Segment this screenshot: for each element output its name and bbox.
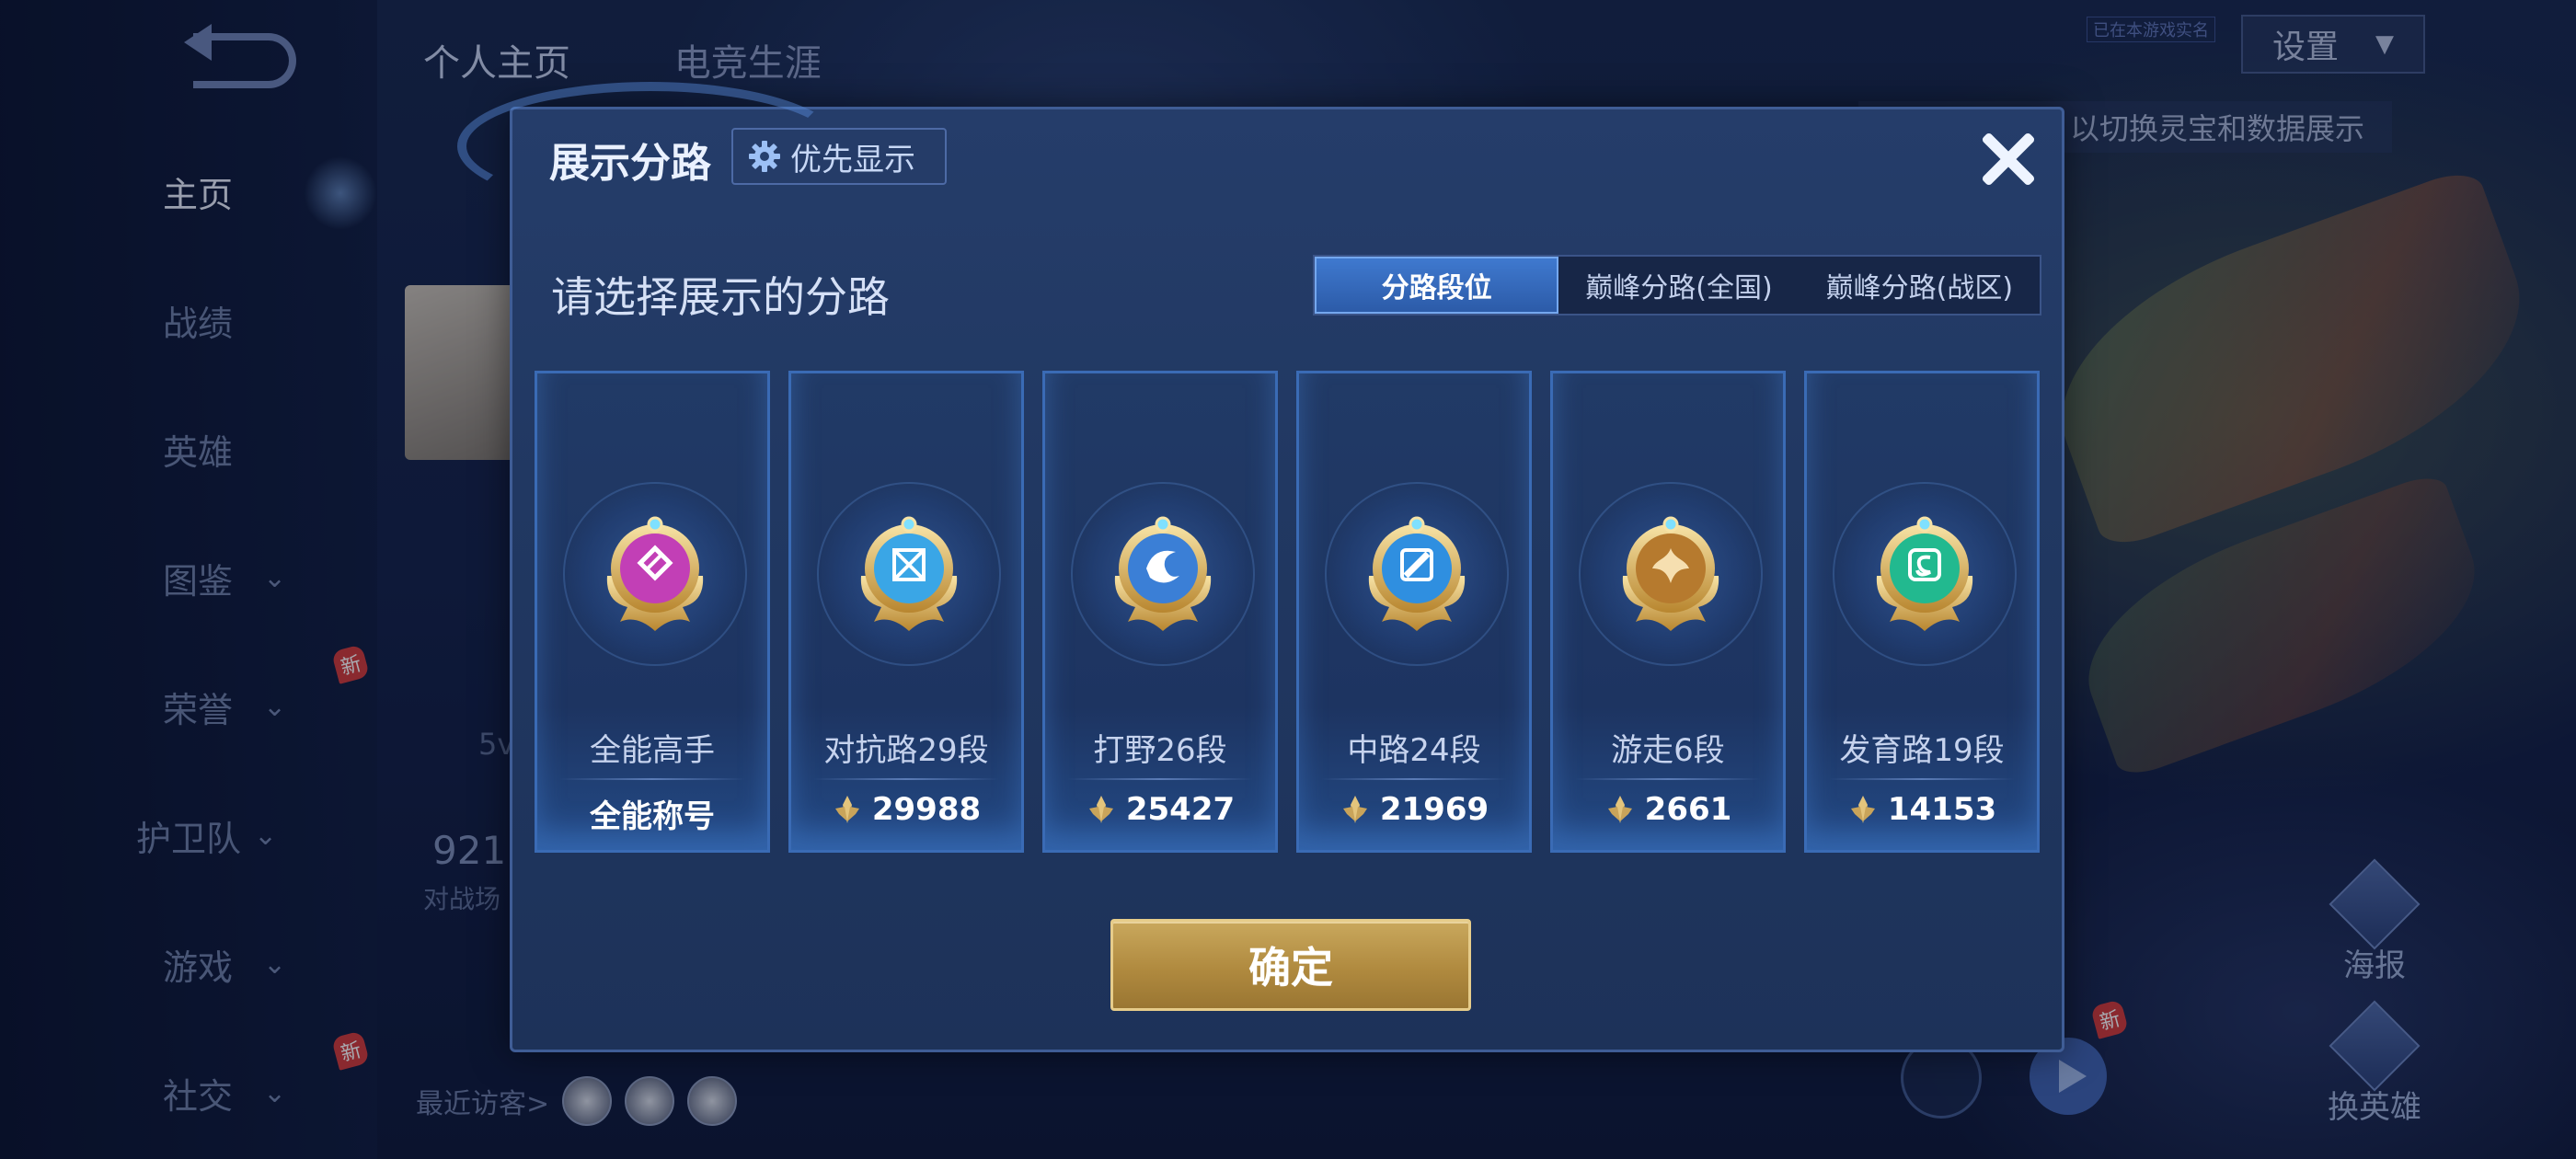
lane-card-value-text: 21969 <box>1379 791 1489 828</box>
section-title: 请选择展示的分路 <box>551 272 890 322</box>
rank-points-icon <box>1607 796 1632 823</box>
gear-icon <box>749 141 780 172</box>
lane-tabs: 分路段位 巅峰分路(全国) 巅峰分路(战区) <box>1313 255 2041 316</box>
rank-points-icon <box>1088 796 1113 823</box>
lane-card-value: 29988 <box>791 791 1021 828</box>
confirm-button[interactable]: 确定 <box>1110 919 1471 1011</box>
lane-card[interactable]: 游走6段 2661 <box>1550 371 1786 853</box>
roam-emblem-icon <box>1616 511 1726 635</box>
lane-card[interactable]: 中路24段 21969 <box>1296 371 1532 853</box>
lane-card-value: 14153 <box>1807 791 2037 828</box>
close-icon[interactable] <box>1972 122 2045 196</box>
tab-lane-rank[interactable]: 分路段位 <box>1315 257 1559 314</box>
lane-card[interactable]: 全能高手 全能称号 <box>535 371 770 853</box>
display-lane-modal: 展示分路 优先显示 请选择展示的分路 分路段位 巅峰分路(全国) 巅峰分路(战区… <box>457 82 2064 1052</box>
priority-display-button[interactable]: 优先显示 <box>731 128 947 185</box>
lane-card[interactable]: 发育路19段 14153 <box>1804 371 2040 853</box>
lane-card-value-text: 全能称号 <box>590 798 715 835</box>
lane-card-value: 25427 <box>1045 791 1275 828</box>
card-divider <box>1321 778 1507 780</box>
lane-card-value-text: 25427 <box>1125 791 1236 828</box>
lane-card[interactable]: 打野26段 25427 <box>1042 371 1278 853</box>
lane-card-value: 全能称号 <box>537 791 767 836</box>
rank-points-icon <box>834 796 859 823</box>
tab-peak-lane-region[interactable]: 巅峰分路(战区) <box>1800 257 2040 314</box>
tab-peak-lane-national[interactable]: 巅峰分路(全国) <box>1558 257 1799 314</box>
card-divider <box>1829 778 2015 780</box>
modal-title: 展示分路 <box>549 140 711 187</box>
card-divider <box>1067 778 1253 780</box>
priority-display-label: 优先显示 <box>790 141 915 178</box>
rank-points-icon <box>1850 796 1875 823</box>
mid-lane-emblem-icon <box>1362 511 1472 635</box>
lane-card-value-text: 29988 <box>871 791 982 828</box>
jungle-emblem-icon <box>1108 511 1218 635</box>
lane-cards: 全能高手 全能称号 对抗路29段 29988 打野26段 25427 中路24段 21969 游… <box>535 371 2040 853</box>
clash-lane-emblem-icon <box>854 511 964 635</box>
confirm-label: 确定 <box>1248 943 1333 993</box>
card-divider <box>1575 778 1761 780</box>
lane-card[interactable]: 对抗路29段 29988 <box>788 371 1024 853</box>
lane-card-name: 打野26段 <box>1093 732 1227 769</box>
lane-card-name: 发育路19段 <box>1839 732 2005 769</box>
lane-card-value-text: 2661 <box>1644 791 1732 828</box>
card-divider <box>559 778 745 780</box>
all-round-emblem-icon <box>600 511 710 635</box>
card-divider <box>813 778 999 780</box>
lane-card-name: 对抗路29段 <box>823 732 989 769</box>
lane-card-name: 中路24段 <box>1347 732 1481 769</box>
farm-lane-emblem-icon <box>1869 511 1980 635</box>
lane-card-name: 游走6段 <box>1611 732 1725 769</box>
lane-card-name: 全能高手 <box>590 732 715 769</box>
lane-card-value-text: 14153 <box>1887 791 1997 828</box>
rank-points-icon <box>1342 796 1367 823</box>
lane-card-value: 21969 <box>1299 791 1529 828</box>
lane-card-value: 2661 <box>1553 791 1783 828</box>
